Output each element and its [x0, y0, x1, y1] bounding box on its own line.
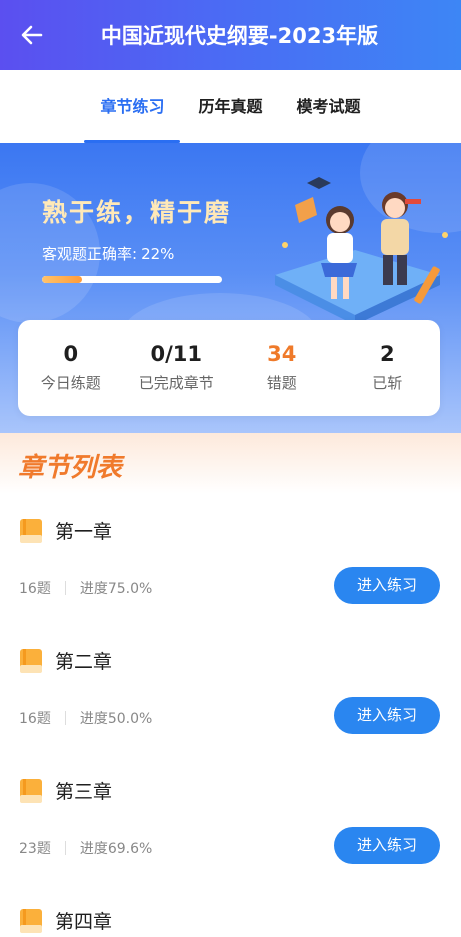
tab-past-exams[interactable]: 历年真题	[196, 70, 264, 143]
book-icon	[20, 779, 42, 803]
chapter-progress: 进度75.0%	[79, 581, 153, 597]
meta-divider	[64, 711, 66, 725]
chapter-meta: 16题 进度75.0%	[19, 578, 152, 598]
app-header: 中国近现代史纲要-2023年版	[0, 0, 461, 70]
chapter-meta: 23题 进度69.6%	[19, 838, 152, 858]
stat-wrong-questions[interactable]: 34 错题	[229, 320, 335, 416]
stat-today-practice[interactable]: 0 今日练题	[18, 320, 124, 416]
accuracy-progress-fill	[42, 276, 82, 283]
tab-mock-exams[interactable]: 模考试题	[295, 70, 363, 143]
chapter-meta: 16题 进度50.0%	[19, 708, 152, 728]
chapter-name: 第一章	[55, 521, 113, 543]
page-title: 中国近现代史纲要-2023年版	[100, 24, 379, 48]
stat-label: 已完成章节	[138, 374, 214, 392]
arrow-left-icon	[21, 25, 43, 45]
chapter-progress: 进度50.0%	[79, 711, 153, 727]
list-item: 第一章 16题 进度75.0% 进入练习	[0, 507, 461, 637]
enter-practice-button[interactable]: 进入练习	[334, 827, 440, 864]
question-count: 16题	[19, 711, 51, 727]
meta-divider	[64, 841, 66, 855]
list-item: 第二章 16题 进度50.0% 进入练习	[0, 637, 461, 767]
accuracy-label: 客观题正确率:	[42, 245, 138, 263]
accuracy-value: 22%	[141, 245, 175, 263]
book-icon	[20, 519, 42, 543]
book-icon	[20, 649, 42, 673]
question-count: 16题	[19, 581, 51, 597]
chapter-name: 第二章	[55, 651, 113, 673]
chapter-name: 第四章	[55, 911, 113, 933]
students-illustration-icon	[275, 177, 448, 325]
stat-label: 已斩	[372, 374, 403, 392]
question-count: 23题	[19, 841, 51, 857]
enter-practice-button[interactable]: 进入练习	[334, 567, 440, 604]
stat-value: 0	[63, 342, 79, 366]
stat-value: 0/11	[150, 342, 202, 366]
stat-completed-chapters[interactable]: 0/11 已完成章节	[124, 320, 230, 416]
stat-value: 34	[267, 342, 297, 366]
stat-mastered[interactable]: 2 已斩	[335, 320, 441, 416]
accuracy-progress-bar	[42, 276, 222, 283]
banner-slogan: 熟于练，精于磨	[42, 198, 232, 227]
tab-chapter-practice[interactable]: 章节练习	[84, 70, 181, 143]
chapter-progress: 进度69.6%	[79, 841, 153, 857]
chapter-list-title: 章节列表	[18, 453, 123, 483]
chapter-name: 第三章	[55, 781, 113, 803]
stats-card: 0 今日练题 0/11 已完成章节 34 错题 2 已斩	[18, 320, 440, 416]
book-icon	[20, 909, 42, 933]
list-item: 第三章 23题 进度69.6% 进入练习	[0, 767, 461, 897]
tab-bar: 章节练习 历年真题 模考试题	[0, 70, 461, 143]
accuracy-row: 客观题正确率: 22%	[42, 243, 174, 264]
stat-value: 2	[379, 342, 395, 366]
stat-label: 错题	[266, 374, 297, 392]
meta-divider	[64, 581, 66, 595]
list-item: 第四章	[0, 897, 461, 937]
back-button[interactable]	[18, 20, 48, 50]
enter-practice-button[interactable]: 进入练习	[334, 697, 440, 734]
stat-label: 今日练题	[40, 374, 101, 392]
